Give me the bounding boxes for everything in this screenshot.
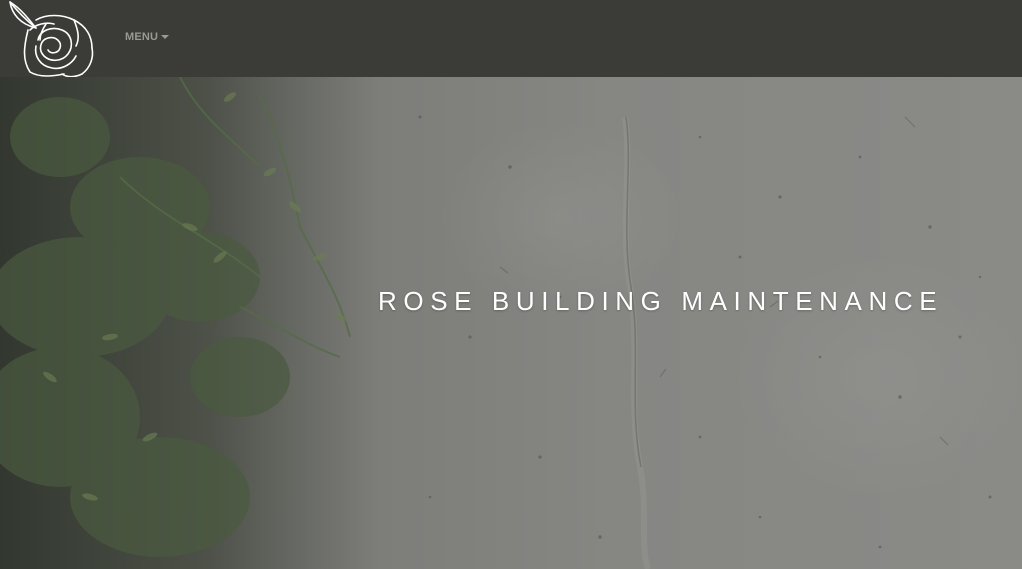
hero-banner: ROSE BUILDING MAINTENANCE <box>0 77 1022 569</box>
menu-label: MENU <box>125 31 159 43</box>
hero-title: ROSE BUILDING MAINTENANCE <box>378 286 944 316</box>
top-navigation-bar: MENU <box>0 0 1022 77</box>
rose-icon[interactable] <box>6 0 96 77</box>
caret-down-icon <box>161 35 170 39</box>
foliage-image <box>0 77 380 569</box>
menu-dropdown-button[interactable]: MENU <box>125 31 170 43</box>
